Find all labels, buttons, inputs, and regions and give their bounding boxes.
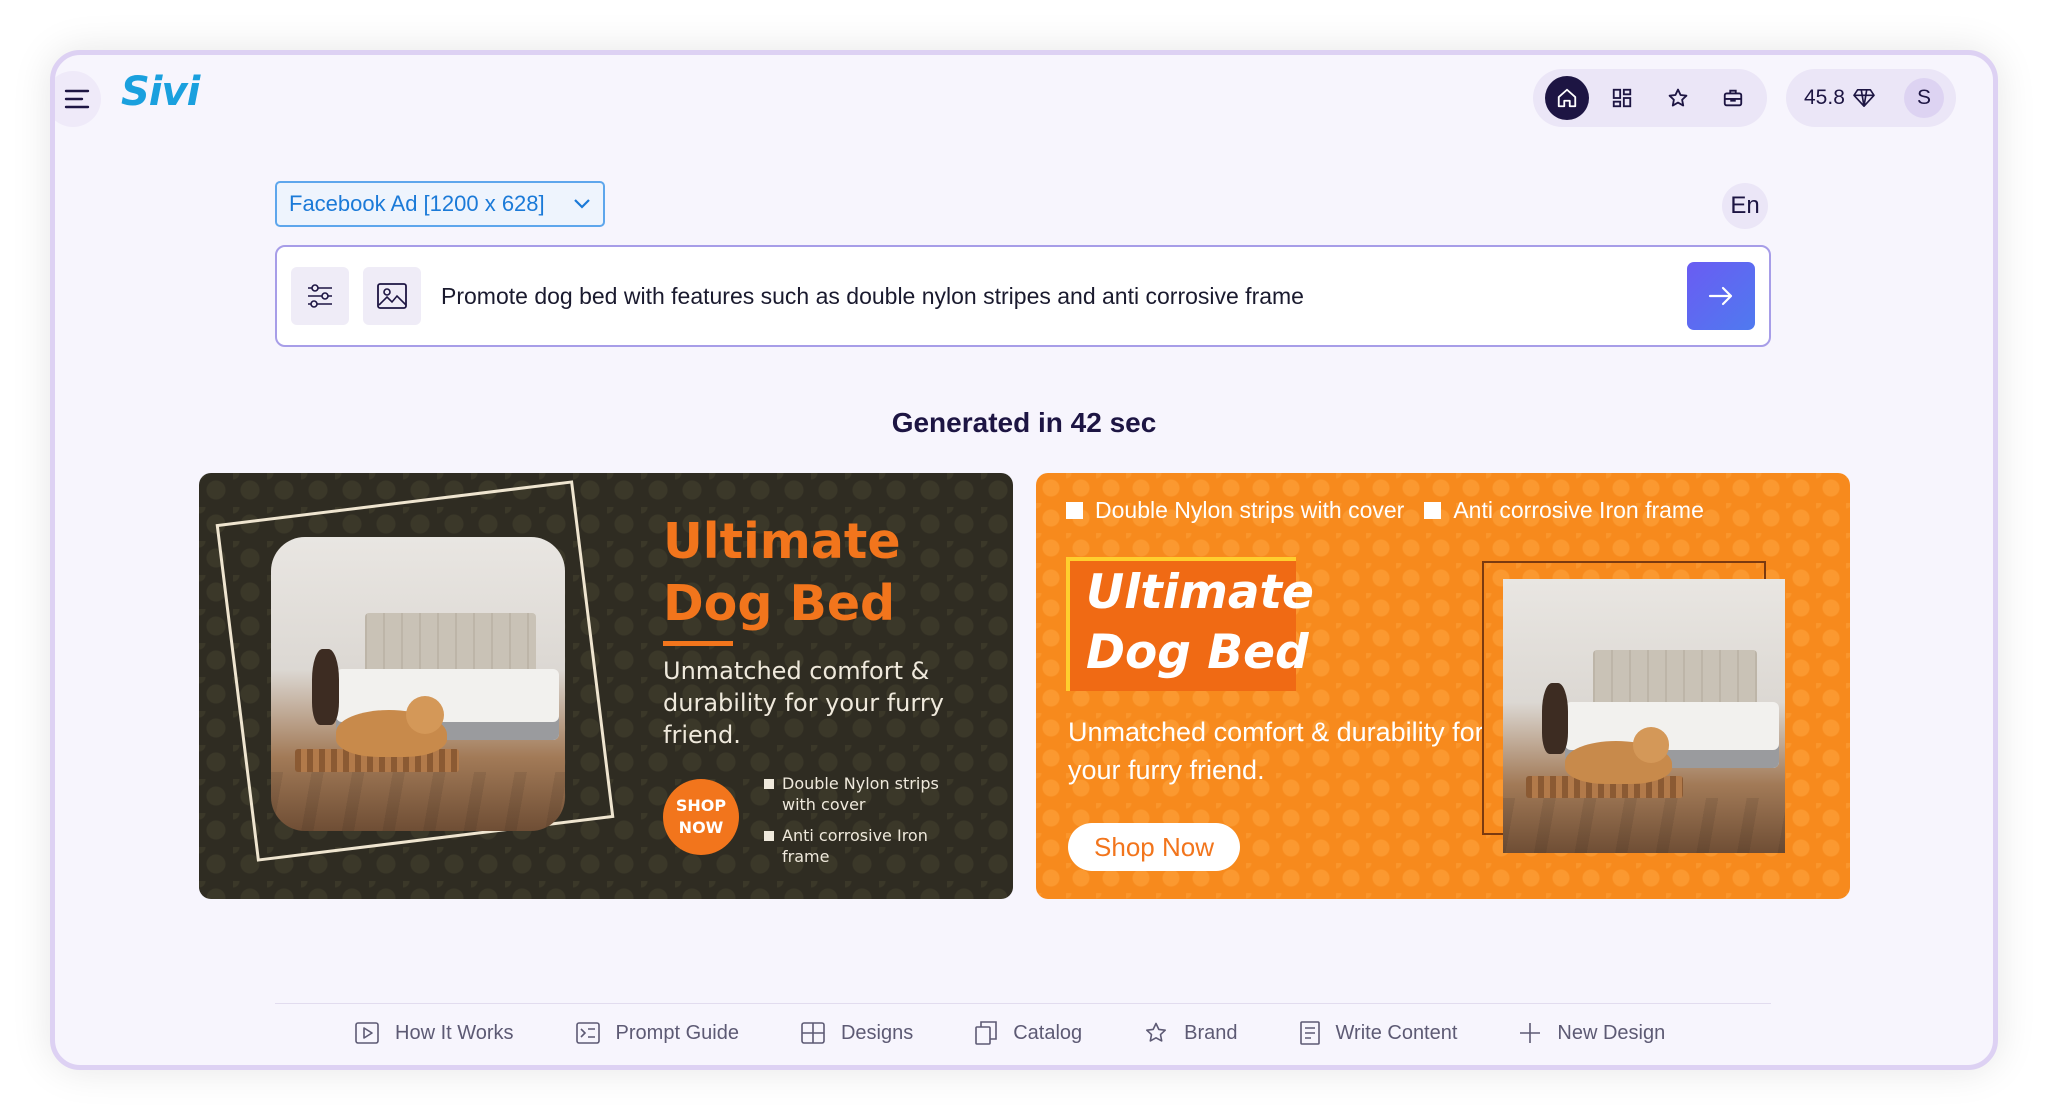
- dog-bed-photo: [1503, 579, 1785, 853]
- copy-icon: [975, 1021, 998, 1045]
- terminal-icon: [575, 1022, 600, 1044]
- avatar[interactable]: S: [1904, 78, 1944, 118]
- catalog-link[interactable]: Catalog: [975, 1021, 1082, 1045]
- prompt-box: Promote dog bed with features such as do…: [275, 245, 1771, 347]
- home-icon: [1557, 88, 1576, 108]
- shop-now-button: SHOP NOW: [663, 779, 739, 855]
- feature-item: Anti corrosive Iron frame: [1424, 497, 1704, 524]
- play-icon: [355, 1022, 379, 1044]
- generation-status: Generated in 42 sec: [891, 407, 1157, 438]
- ad-subtitle: Unmatched comfort & durability for your …: [1068, 717, 1484, 785]
- title-underline: [663, 641, 733, 646]
- grid-icon: [801, 1022, 825, 1044]
- ad-design-dark[interactable]: Ultimate Dog Bed Unmatched comfort & dur…: [199, 473, 1013, 899]
- prompt-guide-link[interactable]: Prompt Guide: [575, 1022, 739, 1045]
- app-logo[interactable]: Sivi: [121, 69, 200, 115]
- language-button[interactable]: En: [1722, 183, 1768, 229]
- generate-button[interactable]: [1687, 262, 1755, 330]
- bullet-item: Anti corrosive Iron frame: [764, 825, 974, 867]
- prompt-input[interactable]: Promote dog bed with features such as do…: [441, 283, 1304, 310]
- briefcase-icon: [1724, 89, 1743, 107]
- how-it-works-link[interactable]: How It Works: [355, 1022, 514, 1045]
- feature-item: Double Nylon strips with cover: [1066, 497, 1404, 524]
- ad-bullets: Double Nylon strips with cover Anti corr…: [764, 773, 974, 877]
- document-icon: [1299, 1021, 1320, 1045]
- diamond-icon: [1853, 89, 1875, 107]
- credits-pill[interactable]: 45.8 S: [1786, 69, 1956, 127]
- ad-features: Double Nylon strips with cover Anti corr…: [1066, 497, 1724, 524]
- format-select-value: Facebook Ad [1200 x 628]: [289, 191, 545, 216]
- brand-kit-button[interactable]: [1711, 76, 1755, 120]
- ad-design-orange[interactable]: Double Nylon strips with cover Anti corr…: [1036, 473, 1850, 899]
- star-icon: [1668, 88, 1688, 107]
- top-nav: [1533, 69, 1767, 127]
- bottom-nav: How It Works Prompt Guide Designs Catalo…: [355, 1021, 1727, 1045]
- bullet-item: Double Nylon strips with cover: [764, 773, 974, 815]
- dashboard-button[interactable]: [1600, 76, 1644, 120]
- format-select[interactable]: Facebook Ad [1200 x 628]: [275, 181, 605, 227]
- brand-link[interactable]: Brand: [1144, 1021, 1238, 1045]
- chevron-down-icon: [574, 199, 590, 209]
- sliders-icon: [308, 284, 332, 308]
- divider: [275, 1003, 1771, 1004]
- new-design-link[interactable]: New Design: [1519, 1022, 1665, 1045]
- credits-value: 45.8: [1804, 86, 1845, 109]
- dog-bed-photo: [271, 537, 565, 831]
- ad-title: Ultimate Dog Bed: [1086, 565, 1314, 680]
- ad-title: Ultimate Dog Bed: [663, 513, 901, 632]
- shop-now-button: Shop Now: [1068, 823, 1240, 871]
- plus-icon: [1520, 1023, 1541, 1043]
- app-window: Sivi 45.8 S Facebook Ad [1200 x 628] En …: [50, 50, 1998, 1070]
- favorites-button[interactable]: [1656, 76, 1700, 120]
- ad-subtitle: Unmatched comfort & durability for your …: [663, 657, 944, 749]
- image-upload-button[interactable]: [363, 267, 421, 325]
- image-icon: [377, 283, 407, 309]
- hamburger-icon: [64, 89, 90, 109]
- star-icon: [1146, 1022, 1167, 1042]
- settings-button[interactable]: [291, 267, 349, 325]
- arrow-right-icon: [1708, 286, 1733, 306]
- dashboard-icon: [1613, 88, 1632, 108]
- home-button[interactable]: [1544, 76, 1589, 120]
- write-content-link[interactable]: Write Content: [1299, 1021, 1457, 1045]
- designs-link[interactable]: Designs: [801, 1022, 913, 1045]
- menu-button[interactable]: [55, 71, 101, 127]
